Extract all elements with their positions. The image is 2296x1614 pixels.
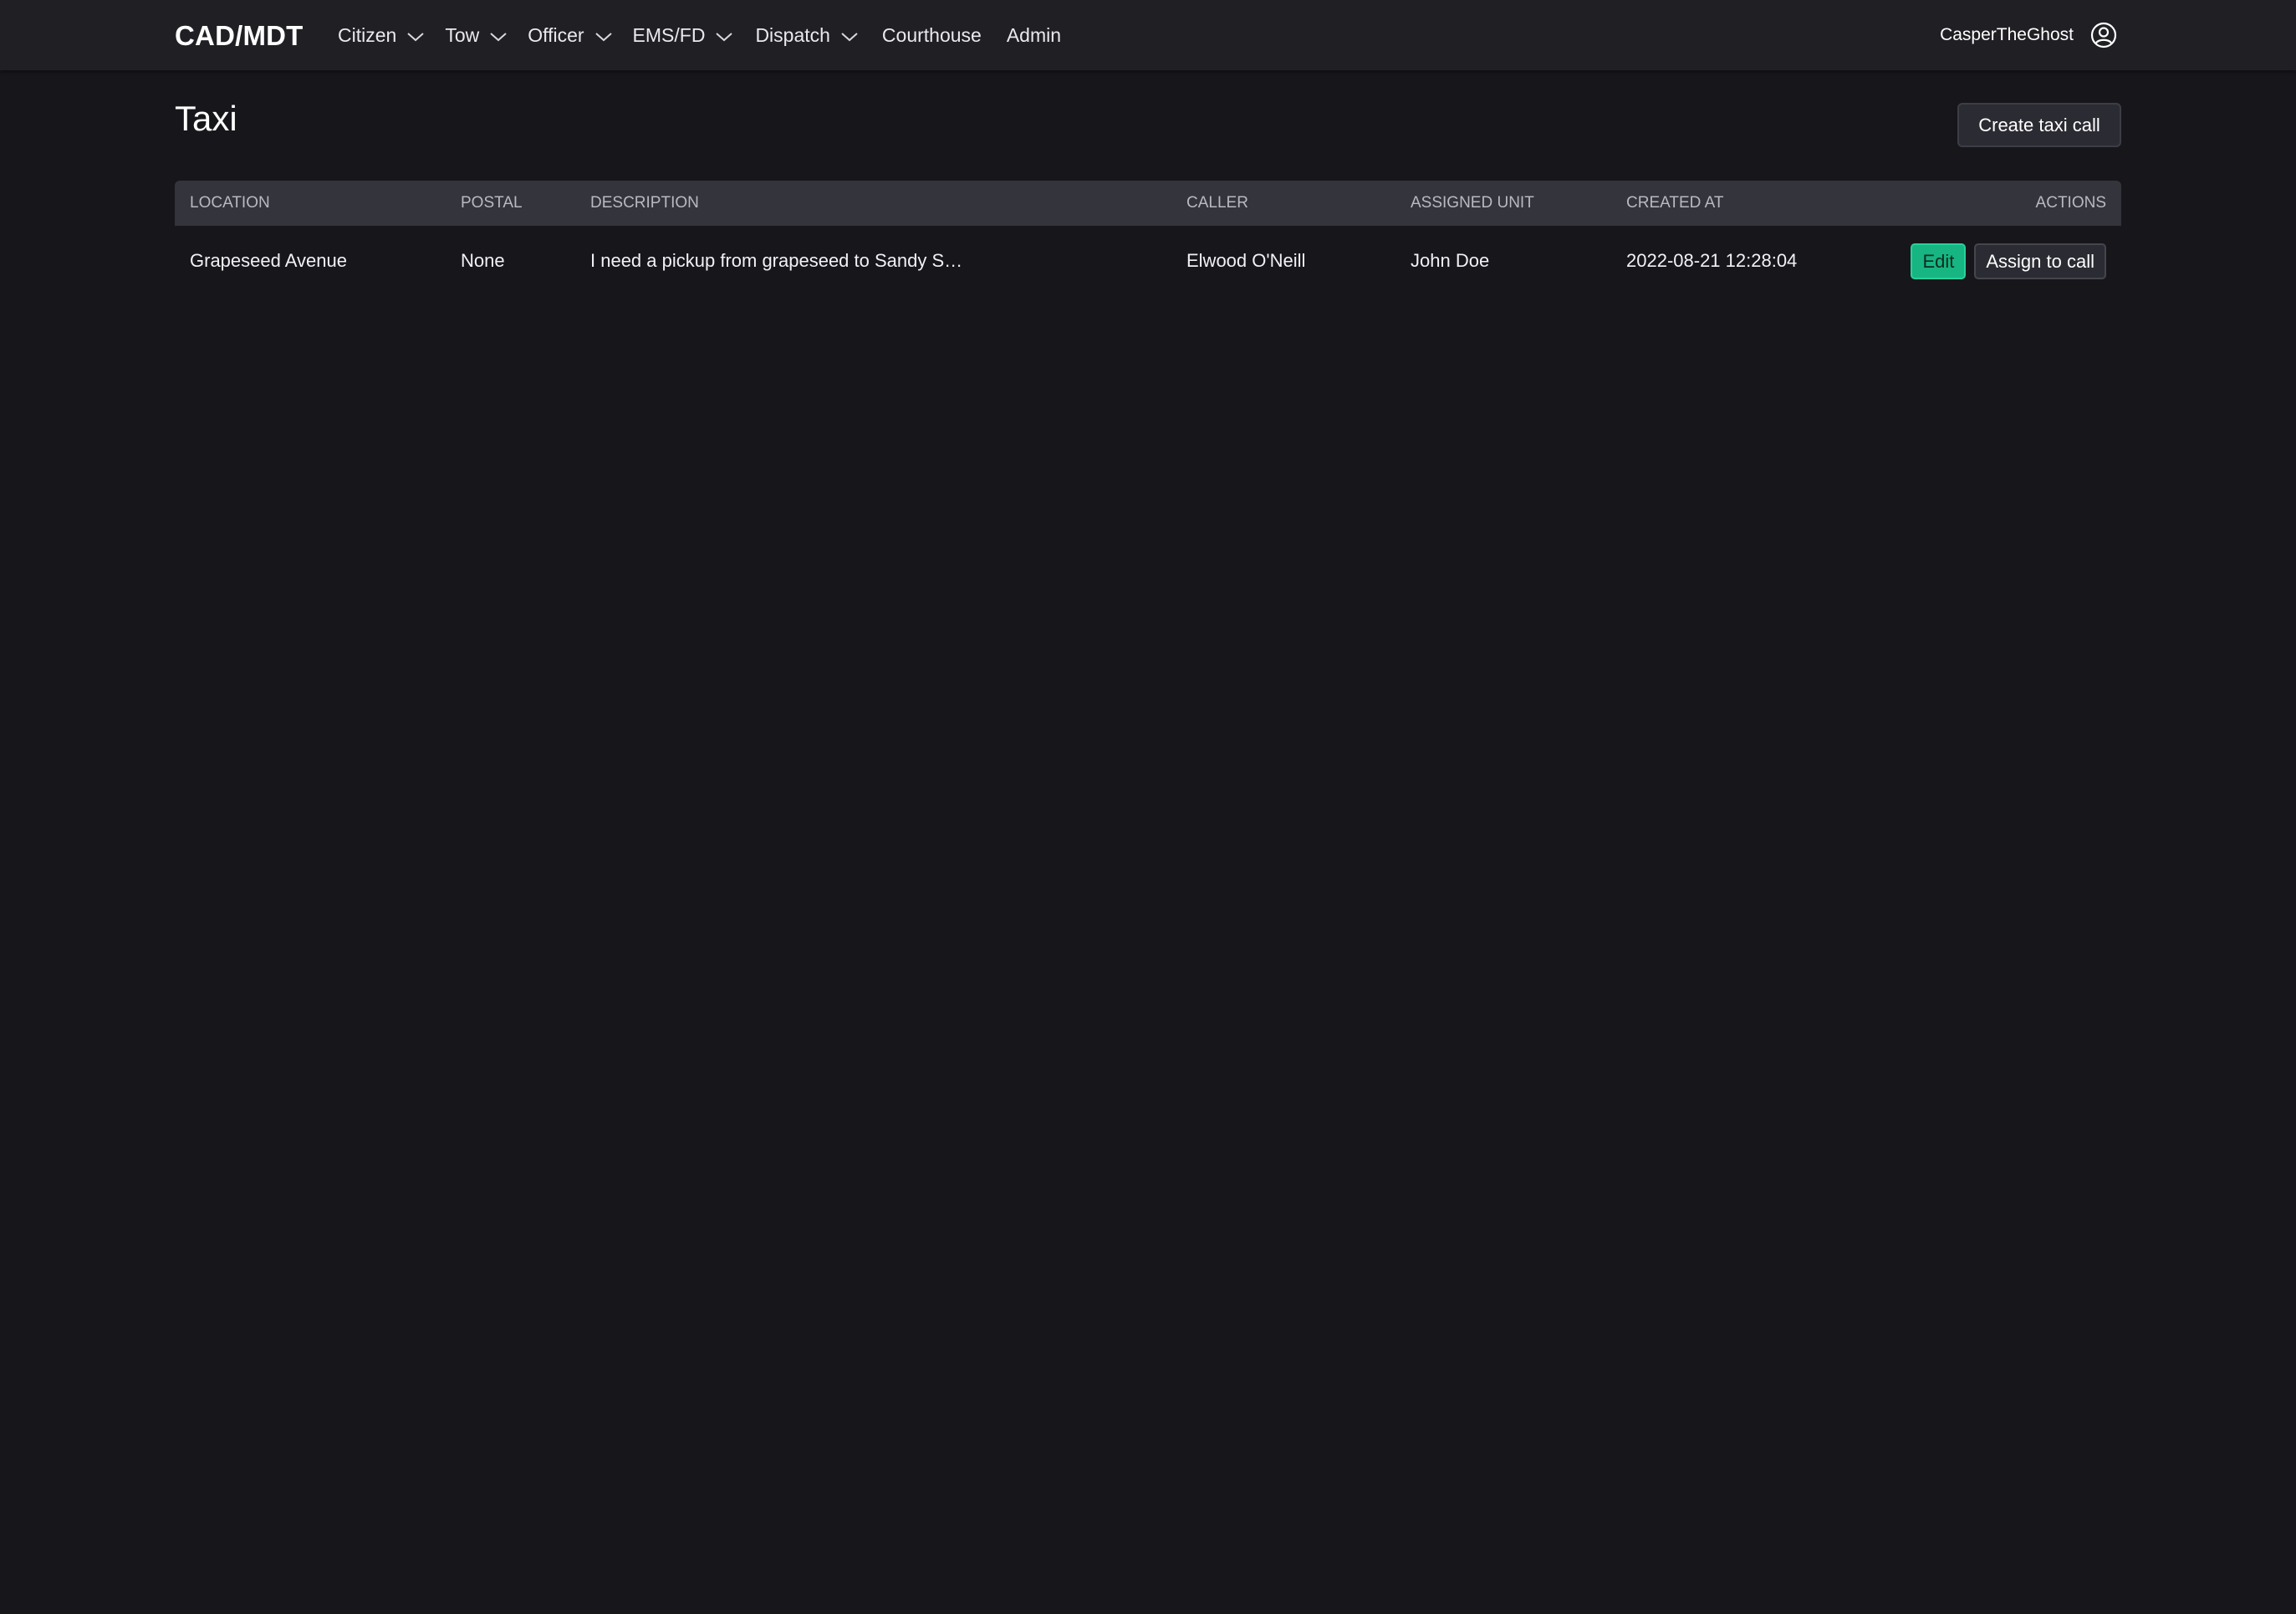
nav-item-ems-fd[interactable]: EMS/FD: [633, 0, 734, 70]
page-title: Taxi: [175, 99, 237, 138]
nav-item-label: Courthouse: [881, 23, 982, 46]
column-header-caller[interactable]: Caller: [1171, 181, 1395, 226]
column-header-description[interactable]: Description: [575, 181, 1171, 226]
create-taxi-call-button[interactable]: Create taxi call: [1957, 103, 2121, 147]
table-header-row: Location Postal Description Caller Assig…: [175, 181, 2121, 226]
taxi-calls-table: Location Postal Description Caller Assig…: [175, 181, 2121, 296]
column-header-assigned-unit[interactable]: Assigned Unit: [1395, 181, 1611, 226]
cell-created-at: 2022-08-21 12:28:04: [1626, 250, 1798, 271]
cell-description: I need a pickup from grapeseed to Sandy …: [590, 250, 963, 271]
cell-actions: Edit Assign to call: [1895, 226, 2121, 296]
nav-item-dispatch[interactable]: Dispatch: [755, 0, 858, 70]
user-circle-icon[interactable]: [2090, 22, 2117, 49]
chevron-down-icon: [716, 33, 733, 42]
cell-assigned-unit: John Doe: [1411, 250, 1490, 271]
top-navbar: CAD/MDT Citizen Tow Officer EMS/FD Dispa…: [0, 0, 2296, 70]
nav-item-label: EMS/FD: [632, 23, 706, 46]
user-menu[interactable]: CasperTheGhost: [1940, 0, 2117, 70]
chevron-down-icon: [841, 33, 858, 42]
table-row: Grapeseed Avenue None I need a pickup fr…: [175, 226, 2121, 296]
nav-item-citizen[interactable]: Citizen: [338, 0, 425, 70]
nav-item-admin[interactable]: Admin: [1007, 0, 1061, 70]
chevron-down-icon: [407, 33, 424, 42]
brand-logo[interactable]: CAD/MDT: [175, 0, 304, 70]
nav-item-label: Tow: [445, 23, 480, 46]
column-header-location[interactable]: Location: [175, 181, 446, 226]
column-header-created-at[interactable]: Created At: [1611, 181, 1895, 226]
chevron-down-icon: [594, 33, 612, 42]
nav-item-officer[interactable]: Officer: [528, 0, 612, 70]
nav-item-tow[interactable]: Tow: [445, 0, 508, 70]
cell-caller: Elwood O'Neill: [1186, 250, 1306, 271]
assign-to-call-button[interactable]: Assign to call: [1974, 243, 2106, 279]
cell-postal: None: [461, 250, 505, 271]
column-header-postal[interactable]: Postal: [446, 181, 575, 226]
username-label: CasperTheGhost: [1940, 25, 2074, 44]
nav-item-label: Citizen: [338, 23, 397, 46]
nav-item-label: Officer: [528, 23, 584, 46]
nav-menu: Citizen Tow Officer EMS/FD Dispatch Cour…: [338, 0, 1061, 70]
chevron-down-icon: [490, 33, 507, 42]
column-header-actions: Actions: [2035, 194, 2106, 212]
cell-location: Grapeseed Avenue: [190, 250, 347, 271]
nav-item-label: Dispatch: [755, 23, 830, 46]
nav-item-label: Admin: [1006, 23, 1062, 46]
edit-button[interactable]: Edit: [1911, 243, 1967, 279]
nav-item-courthouse[interactable]: Courthouse: [882, 0, 982, 70]
